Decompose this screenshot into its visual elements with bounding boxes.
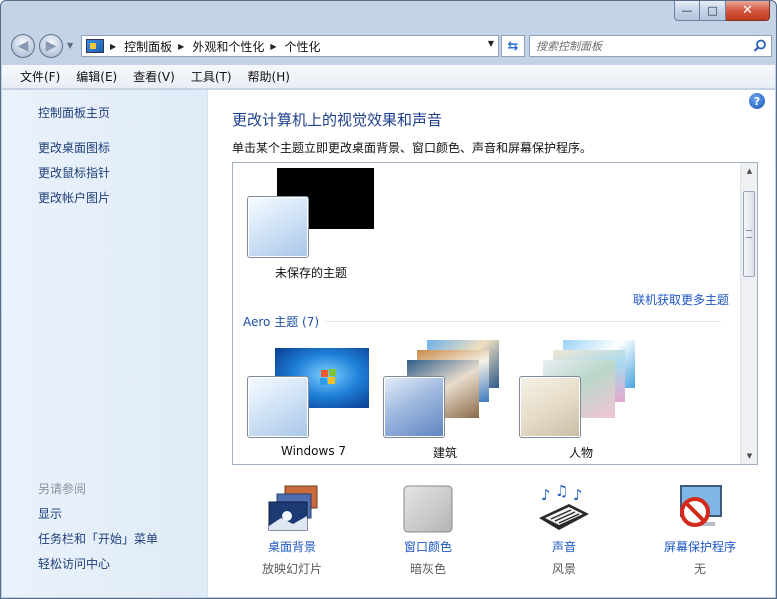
content-area: 控制面板主页 更改桌面图标 更改鼠标指针 更改帐户图片 另请参阅 显示 任务栏和…	[2, 90, 775, 597]
sounds-setting[interactable]: ♪ ♫ ♪ 声音 风景	[509, 476, 619, 586]
address-bar[interactable]: ▶ 控制面板 ▶ 外观和个性化 ▶ 个性化 ▼	[81, 35, 499, 57]
menu-edit[interactable]: 编辑(E)	[68, 68, 125, 85]
scroll-up-icon[interactable]: ▲	[741, 163, 757, 179]
page-title: 更改计算机上的视觉效果和声音	[232, 111, 443, 129]
setting-value: 风景	[551, 562, 576, 576]
setting-label: 桌面背景	[267, 540, 316, 554]
display-link[interactable]: 显示	[38, 505, 62, 522]
page-description: 单击某个主题立即更改桌面背景、窗口颜色、声音和屏幕保护程序。	[232, 141, 593, 155]
theme-characters[interactable]: 人物	[519, 340, 649, 460]
chevron-right-icon[interactable]: ▶	[110, 42, 116, 51]
refresh-icon: ⇆	[507, 38, 519, 54]
theme-label: Windows 7	[281, 444, 347, 458]
screen-saver-setting[interactable]: 屏幕保护程序 无	[645, 476, 755, 586]
theme-label: 建筑	[433, 446, 458, 460]
close-button[interactable]: ✕	[726, 1, 770, 21]
arrow-left-icon: ◀	[17, 38, 29, 54]
breadcrumb-appearance[interactable]: 外观和个性化	[192, 38, 264, 55]
desktop-background-setting[interactable]: 桌面背景 放映幻灯片	[237, 476, 347, 586]
theme-glass-swatch	[247, 196, 309, 258]
scroll-down-icon[interactable]: ▼	[741, 448, 757, 464]
desktop-background-icon	[268, 485, 318, 531]
setting-value: 放映幻灯片	[261, 562, 322, 576]
forward-button[interactable]: ▶	[39, 34, 63, 58]
chevron-right-icon[interactable]: ▶	[178, 42, 184, 51]
scroll-thumb[interactable]	[743, 191, 755, 277]
theme-label: 人物	[569, 446, 594, 460]
search-box[interactable]	[529, 35, 772, 57]
recent-pages-dropdown[interactable]: ▼	[67, 41, 73, 50]
svg-text:♪: ♪	[573, 486, 583, 504]
setting-label: 窗口颜色	[403, 540, 452, 554]
theme-unsaved[interactable]: 未保存的主题	[247, 168, 377, 280]
change-account-picture-link[interactable]: 更改帐户图片	[38, 189, 110, 206]
theme-architecture[interactable]: 建筑	[383, 340, 513, 460]
theme-glass-swatch	[383, 376, 445, 438]
menu-tools[interactable]: 工具(T)	[183, 68, 240, 85]
search-input[interactable]	[530, 36, 740, 56]
sidebar: 控制面板主页 更改桌面图标 更改鼠标指针 更改帐户图片 另请参阅 显示 任务栏和…	[2, 90, 208, 597]
theme-glass-swatch	[519, 376, 581, 438]
ease-of-access-link[interactable]: 轻松访问中心	[38, 555, 110, 572]
navigation-bar: ◀ ▶ ▼ ▶ 控制面板 ▶ 外观和个性化 ▶ 个性化 ▼ ⇆	[7, 29, 772, 63]
chevron-down-icon[interactable]: ▼	[488, 39, 494, 48]
caption-buttons: — □ ✕	[674, 1, 770, 21]
theme-settings-row: 桌面背景 放映幻灯片 窗口颜色 暗灰色 ♪ ♫ ♪ 声音 风景 屏幕保护程序 无	[232, 476, 762, 586]
menu-help[interactable]: 帮助(H)	[240, 68, 298, 85]
change-mouse-pointers-link[interactable]: 更改鼠标指针	[38, 164, 110, 181]
window-color-icon	[403, 485, 453, 533]
theme-label: 未保存的主题	[275, 266, 348, 280]
maximize-button[interactable]: □	[700, 1, 726, 21]
screen-saver-icon	[680, 485, 722, 527]
setting-value: 暗灰色	[409, 562, 446, 576]
back-button[interactable]: ◀	[11, 34, 35, 58]
theme-windows7[interactable]: Windows 7	[247, 345, 377, 460]
setting-value: 无	[693, 562, 706, 576]
svg-text:♪: ♪	[541, 486, 551, 504]
group-divider	[325, 321, 721, 322]
sounds-icon: ♪ ♫ ♪	[539, 484, 589, 530]
aero-themes-group-header: Aero 主题 (7)	[243, 315, 320, 329]
svg-text:♫: ♫	[555, 484, 568, 500]
change-desktop-icons-link[interactable]: 更改桌面图标	[38, 139, 110, 156]
breadcrumb-control-panel[interactable]: 控制面板	[124, 38, 172, 55]
window-color-setting[interactable]: 窗口颜色 暗灰色	[373, 476, 483, 586]
minimize-button[interactable]: —	[674, 1, 700, 21]
main-panel: ? 更改计算机上的视觉效果和声音 单击某个主题立即更改桌面背景、窗口颜色、声音和…	[209, 90, 775, 597]
personalization-window: — □ ✕ ◀ ▶ ▼ ▶ 控制面板 ▶ 外观和个性化 ▶ 个性化 ▼ ⇆ 文件…	[0, 0, 777, 599]
see-also-heading: 另请参阅	[38, 482, 87, 496]
help-icon[interactable]: ?	[749, 93, 765, 109]
setting-label: 声音	[551, 540, 576, 554]
theme-list-scrollbar[interactable]: ▲ ▼	[740, 163, 757, 464]
breadcrumb-personalization[interactable]: 个性化	[285, 38, 321, 55]
get-more-themes-link[interactable]: 联机获取更多主题	[633, 291, 729, 308]
taskbar-start-menu-link[interactable]: 任务栏和「开始」菜单	[38, 530, 158, 547]
menu-bar: 文件(F) 编辑(E) 查看(V) 工具(T) 帮助(H)	[2, 65, 775, 89]
control-panel-home-link[interactable]: 控制面板主页	[38, 104, 110, 121]
arrow-right-icon: ▶	[45, 38, 57, 54]
theme-list: 未保存的主题 联机获取更多主题 Aero 主题 (7) Windows 7 建筑…	[232, 162, 758, 465]
theme-glass-swatch	[247, 376, 309, 438]
control-panel-icon	[86, 39, 104, 53]
refresh-button[interactable]: ⇆	[501, 35, 525, 57]
search-icon[interactable]	[753, 39, 767, 53]
chevron-right-icon[interactable]: ▶	[270, 42, 276, 51]
menu-view[interactable]: 查看(V)	[125, 68, 183, 85]
menu-file[interactable]: 文件(F)	[12, 68, 68, 85]
setting-label: 屏幕保护程序	[663, 540, 736, 554]
